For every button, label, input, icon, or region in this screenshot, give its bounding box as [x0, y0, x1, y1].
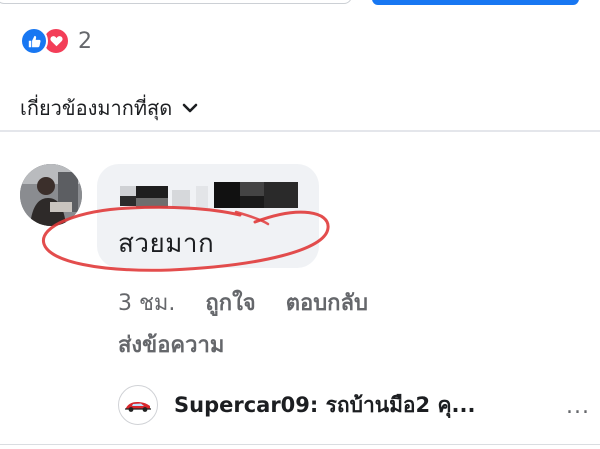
comment-time[interactable]: 3 ชม.: [118, 285, 175, 320]
page-reply-title: Supercar09: รถบ้านมือ2 คุ...: [174, 392, 476, 417]
comment-actions: 3 ชม. ถูกใจ ตอบกลับ: [118, 285, 368, 320]
chevron-down-icon: [182, 103, 198, 113]
more-options-button[interactable]: ...: [566, 394, 590, 419]
bottom-divider: [0, 444, 600, 445]
primary-button[interactable]: [372, 0, 579, 5]
supercar-logo-icon: [118, 385, 158, 425]
avatar[interactable]: [20, 164, 82, 226]
sort-label: เกี่ยวข้องมากที่สุด: [20, 96, 173, 120]
comment-input[interactable]: [0, 0, 352, 4]
section-divider: [0, 130, 600, 132]
page-reply-row[interactable]: Supercar09: รถบ้านมือ2 คุ...: [118, 385, 598, 425]
like-button[interactable]: ถูกใจ: [205, 285, 255, 320]
like-icon: [20, 27, 48, 55]
send-message-button[interactable]: ส่งข้อความ: [118, 327, 224, 362]
comment-sort-dropdown[interactable]: เกี่ยวข้องมากที่สุด: [20, 92, 198, 124]
author-name-redacted[interactable]: [118, 178, 300, 212]
reply-button[interactable]: ตอบกลับ: [286, 285, 368, 320]
reaction-count: 2: [78, 28, 92, 54]
profile-photo-icon: [20, 164, 82, 226]
comment-text: สวยมาก: [118, 229, 215, 259]
reactions-summary[interactable]: 2: [20, 27, 92, 55]
